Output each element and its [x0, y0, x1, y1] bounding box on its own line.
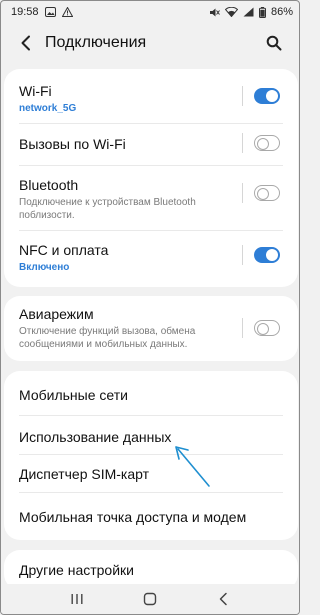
divider	[19, 415, 283, 416]
divider	[19, 492, 283, 493]
sim-manager-row[interactable]: Диспетчер SIM-карт	[4, 465, 298, 483]
divider	[19, 230, 283, 231]
signal-icon	[243, 7, 254, 17]
gallery-icon	[44, 7, 56, 17]
navigation-bar	[1, 584, 299, 614]
nfc-toggle[interactable]	[254, 247, 280, 263]
wifi-toggle[interactable]	[254, 88, 280, 104]
airplane-mode-title: Авиарежим	[19, 306, 94, 322]
recents-icon[interactable]	[65, 589, 89, 609]
back-arrow-icon[interactable]	[15, 32, 37, 54]
battery-icon	[258, 6, 266, 18]
data-usage-row[interactable]: Использование данных	[4, 428, 298, 446]
warning-icon	[61, 7, 73, 17]
hotspot-title: Мобильная точка доступа и модем	[19, 509, 247, 525]
other-settings-row[interactable]: Другие настройки	[4, 561, 298, 579]
network-card: Мобильные сети Использование данных Дисп…	[4, 371, 298, 540]
airplane-mode-row[interactable]: Авиарежим Отключение функций вызова, обм…	[4, 305, 244, 351]
status-bar: 19:58 86%	[1, 1, 299, 23]
status-time: 19:58	[11, 6, 39, 18]
mobile-networks-row[interactable]: Мобильные сети	[4, 386, 298, 404]
app-header: Подключения	[1, 25, 299, 61]
sim-manager-title: Диспетчер SIM-карт	[19, 466, 150, 482]
toggle-separator	[242, 86, 243, 106]
battery-percent: 86%	[270, 6, 293, 18]
mobile-networks-title: Мобильные сети	[19, 387, 128, 403]
bluetooth-toggle[interactable]	[254, 185, 280, 201]
airplane-card: Авиарежим Отключение функций вызова, обм…	[4, 296, 298, 361]
divider	[19, 165, 283, 166]
wifi-icon	[224, 7, 238, 17]
wifi-calling-toggle[interactable]	[254, 135, 280, 151]
back-icon[interactable]	[211, 589, 235, 609]
bluetooth-row[interactable]: Bluetooth Подключение к устройствам Blue…	[4, 176, 244, 222]
search-icon[interactable]	[263, 32, 285, 54]
toggle-separator	[242, 245, 243, 265]
toggle-separator	[242, 318, 243, 338]
wifi-calling-title: Вызовы по Wi-Fi	[19, 136, 126, 152]
toggle-separator	[242, 183, 243, 203]
toggle-separator	[242, 133, 243, 153]
divider	[19, 123, 283, 124]
other-settings-title: Другие настройки	[19, 562, 134, 578]
home-icon[interactable]	[138, 589, 162, 609]
data-usage-title: Использование данных	[19, 429, 172, 445]
screen: 19:58 86% Подключения Wi-Fi network_5G В…	[0, 0, 300, 615]
bluetooth-title: Bluetooth	[19, 177, 79, 193]
divider	[19, 454, 283, 455]
airplane-mode-description: Отключение функций вызова, обмена сообще…	[19, 326, 196, 350]
hotspot-row[interactable]: Мобильная точка доступа и модем	[4, 508, 298, 526]
page-title: Подключения	[45, 34, 147, 51]
connections-card: Wi-Fi network_5G Вызовы по Wi-Fi Bluetoo…	[4, 69, 298, 287]
bluetooth-description: Подключение к устройствам Bluetooth побл…	[19, 197, 196, 221]
wifi-title: Wi-Fi	[19, 83, 52, 99]
pointer-arrow-icon	[175, 446, 210, 487]
wifi-network-name: network_5G	[19, 103, 77, 114]
mute-icon	[209, 7, 220, 18]
nfc-title: NFC и оплата	[19, 242, 109, 258]
nfc-status: Включено	[19, 262, 70, 273]
airplane-mode-toggle[interactable]	[254, 320, 280, 336]
